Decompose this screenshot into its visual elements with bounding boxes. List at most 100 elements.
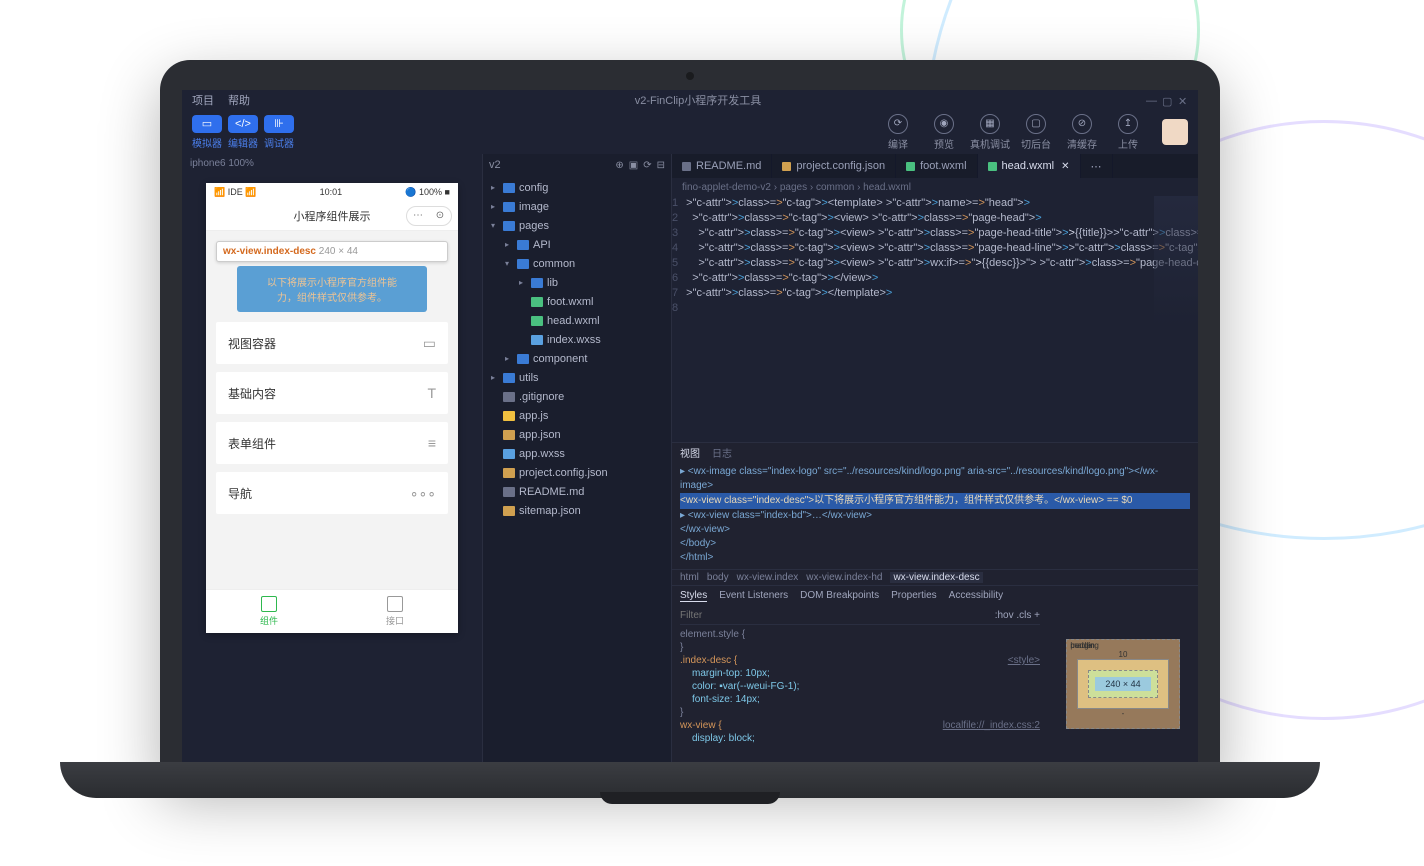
tab-component[interactable]: 组件	[206, 590, 332, 633]
close-tab-icon[interactable]: ✕	[1061, 161, 1069, 172]
filter-input[interactable]	[680, 609, 780, 622]
mode-debugger[interactable]: ⊪调试器	[264, 115, 294, 150]
styles-tabs: Styles Event Listeners DOM Breakpoints P…	[672, 585, 1198, 605]
tab-accessibility[interactable]: Accessibility	[949, 590, 1003, 601]
editor-pane: README.mdproject.config.jsonfoot.wxmlhea…	[672, 154, 1198, 762]
dom-tree[interactable]: ▸ <wx-image class="index-logo" src="../r…	[672, 461, 1198, 569]
devtools-tab-elements[interactable]: 视图	[680, 445, 700, 460]
tree-node[interactable]: app.js	[483, 406, 671, 425]
device-label[interactable]: iphone6 100%	[182, 154, 482, 173]
toolbar: ▭模拟器 </>编辑器 ⊪调试器 ⟳编译 ◉预览 ▦真机调试 ▢切后台 ⊘清缓存…	[182, 110, 1198, 154]
tree-node[interactable]: ▾pages	[483, 216, 671, 235]
tool-cache[interactable]: ⊘清缓存	[1062, 114, 1102, 151]
editor-tab[interactable]: head.wxml✕	[978, 154, 1081, 178]
cls-toggle[interactable]: .cls	[1016, 610, 1031, 621]
tab-api[interactable]: 接口	[332, 590, 458, 633]
camera-dot	[686, 72, 694, 80]
tree-node[interactable]: foot.wxml	[483, 292, 671, 311]
tree-node[interactable]: ▸utils	[483, 368, 671, 387]
laptop-notch	[600, 792, 780, 804]
new-folder-icon[interactable]: ▣	[629, 160, 638, 171]
tab-properties[interactable]: Properties	[891, 590, 937, 601]
status-right: 🔵 100% ■	[405, 187, 450, 198]
file-explorer: v2 ⊕ ▣ ⟳ ⊟ ▸config▸image▾pages▸API▾commo…	[482, 154, 672, 762]
tree-node[interactable]: ▸API	[483, 235, 671, 254]
tree-node[interactable]: head.wxml	[483, 311, 671, 330]
project-root[interactable]: v2	[489, 159, 501, 171]
editor-tab[interactable]: README.md	[672, 154, 772, 178]
capsule-menu-icon[interactable]: ⋯	[407, 207, 429, 225]
crumb-item[interactable]: wx-view.index-hd	[806, 572, 882, 583]
tab-bar: 组件 接口	[206, 589, 458, 633]
editor-tabs: README.mdproject.config.jsonfoot.wxmlhea…	[672, 154, 1198, 178]
list-item[interactable]: 导航∘∘∘	[216, 472, 448, 514]
tab-dom-breakpoints[interactable]: DOM Breakpoints	[800, 590, 879, 601]
status-left: 📶 IDE 📶	[214, 187, 256, 198]
capsule: ⋯ ⊙	[406, 206, 452, 226]
tool-background[interactable]: ▢切后台	[1016, 114, 1056, 151]
tree-node[interactable]: sitemap.json	[483, 501, 671, 520]
dom-breadcrumb[interactable]: html body wx-view.index wx-view.index-hd wx-…	[672, 569, 1198, 585]
tree-node[interactable]: app.json	[483, 425, 671, 444]
simulator-pane: iphone6 100% 📶 IDE 📶 10:01 🔵 100% ■ 小程序组…	[182, 154, 482, 762]
mode-editor[interactable]: </>编辑器	[228, 115, 258, 150]
laptop-frame: 项目 帮助 v2-FinClip小程序开发工具 — ▢ ✕ ▭模拟器 </>编辑…	[160, 60, 1220, 780]
minimize-icon[interactable]: —	[1146, 95, 1156, 105]
hov-toggle[interactable]: :hov	[995, 610, 1014, 621]
devtools: 视图 日志 ▸ <wx-image class="index-logo" src…	[672, 442, 1198, 762]
inspect-tooltip: wx-view.index-desc 240 × 44	[216, 241, 448, 262]
list-item[interactable]: 基础内容T	[216, 372, 448, 414]
menu-help[interactable]: 帮助	[228, 92, 250, 108]
tree-node[interactable]: ▸image	[483, 197, 671, 216]
code-editor[interactable]: 12345678 >"c-attr">>class>=>"c-tag">><te…	[672, 196, 1198, 442]
tool-compile[interactable]: ⟳编译	[878, 114, 918, 151]
selected-element[interactable]: 以下将展示小程序官方组件能力，组件样式仅供参考。	[237, 266, 427, 312]
add-rule-icon[interactable]: +	[1034, 610, 1040, 621]
collapse-icon[interactable]: ⊟	[657, 160, 665, 171]
devtools-tab-console[interactable]: 日志	[712, 445, 732, 460]
tab-styles[interactable]: Styles	[680, 590, 707, 602]
crumb-item[interactable]: wx-view.index-desc	[890, 572, 982, 583]
editor-tab[interactable]: project.config.json	[772, 154, 896, 178]
laptop-base	[60, 762, 1320, 798]
avatar[interactable]	[1162, 119, 1188, 145]
new-file-icon[interactable]: ⊕	[615, 160, 623, 171]
editor-tab[interactable]: foot.wxml	[896, 154, 977, 178]
list-item[interactable]: 表单组件≡	[216, 422, 448, 464]
maximize-icon[interactable]: ▢	[1162, 95, 1172, 105]
crumb-item[interactable]: html	[680, 572, 699, 583]
close-icon[interactable]: ✕	[1178, 95, 1188, 105]
capsule-close-icon[interactable]: ⊙	[429, 207, 451, 225]
tree-node[interactable]: ▸component	[483, 349, 671, 368]
mode-simulator[interactable]: ▭模拟器	[192, 115, 222, 150]
tree-node[interactable]: app.wxss	[483, 444, 671, 463]
tool-preview[interactable]: ◉预览	[924, 114, 964, 151]
crumb-item[interactable]: wx-view.index	[737, 572, 799, 583]
devtools-tabs: 视图 日志	[672, 443, 1198, 461]
tool-upload[interactable]: ↥上传	[1108, 114, 1148, 151]
tab-listeners[interactable]: Event Listeners	[719, 590, 788, 601]
tree-node[interactable]: ▾common	[483, 254, 671, 273]
tree-node[interactable]: README.md	[483, 482, 671, 501]
minimap[interactable]	[1154, 196, 1198, 326]
crumb-item[interactable]: body	[707, 572, 729, 583]
box-content-size: 240 × 44	[1095, 677, 1150, 691]
tree-node[interactable]: project.config.json	[483, 463, 671, 482]
tree-node[interactable]: ▸lib	[483, 273, 671, 292]
more-tabs-icon[interactable]: ⋯	[1081, 154, 1113, 178]
box-model[interactable]: margin 10 border padding 240 × 44 -	[1048, 605, 1198, 762]
window-title: v2-FinClip小程序开发工具	[264, 92, 1132, 108]
refresh-icon[interactable]: ⟳	[643, 160, 651, 171]
tree-node[interactable]: index.wxss	[483, 330, 671, 349]
tree-node[interactable]: .gitignore	[483, 387, 671, 406]
status-bar: 📶 IDE 📶 10:01 🔵 100% ■	[206, 183, 458, 201]
menubar: 项目 帮助 v2-FinClip小程序开发工具 — ▢ ✕	[182, 90, 1198, 110]
dom-selected-node: <wx-view class="index-desc">以下将展示小程序官方组件…	[680, 493, 1190, 509]
tree-node[interactable]: ▸config	[483, 178, 671, 197]
list-item[interactable]: 视图容器▭	[216, 322, 448, 364]
nav-title: 小程序组件展示	[294, 208, 371, 224]
styles-panel[interactable]: :hov .cls + element.style { } <style>.in…	[672, 605, 1048, 762]
tool-remote[interactable]: ▦真机调试	[970, 114, 1010, 151]
breadcrumb[interactable]: fino-applet-demo-v2 › pages › common › h…	[672, 178, 1198, 196]
menu-project[interactable]: 项目	[192, 92, 214, 108]
